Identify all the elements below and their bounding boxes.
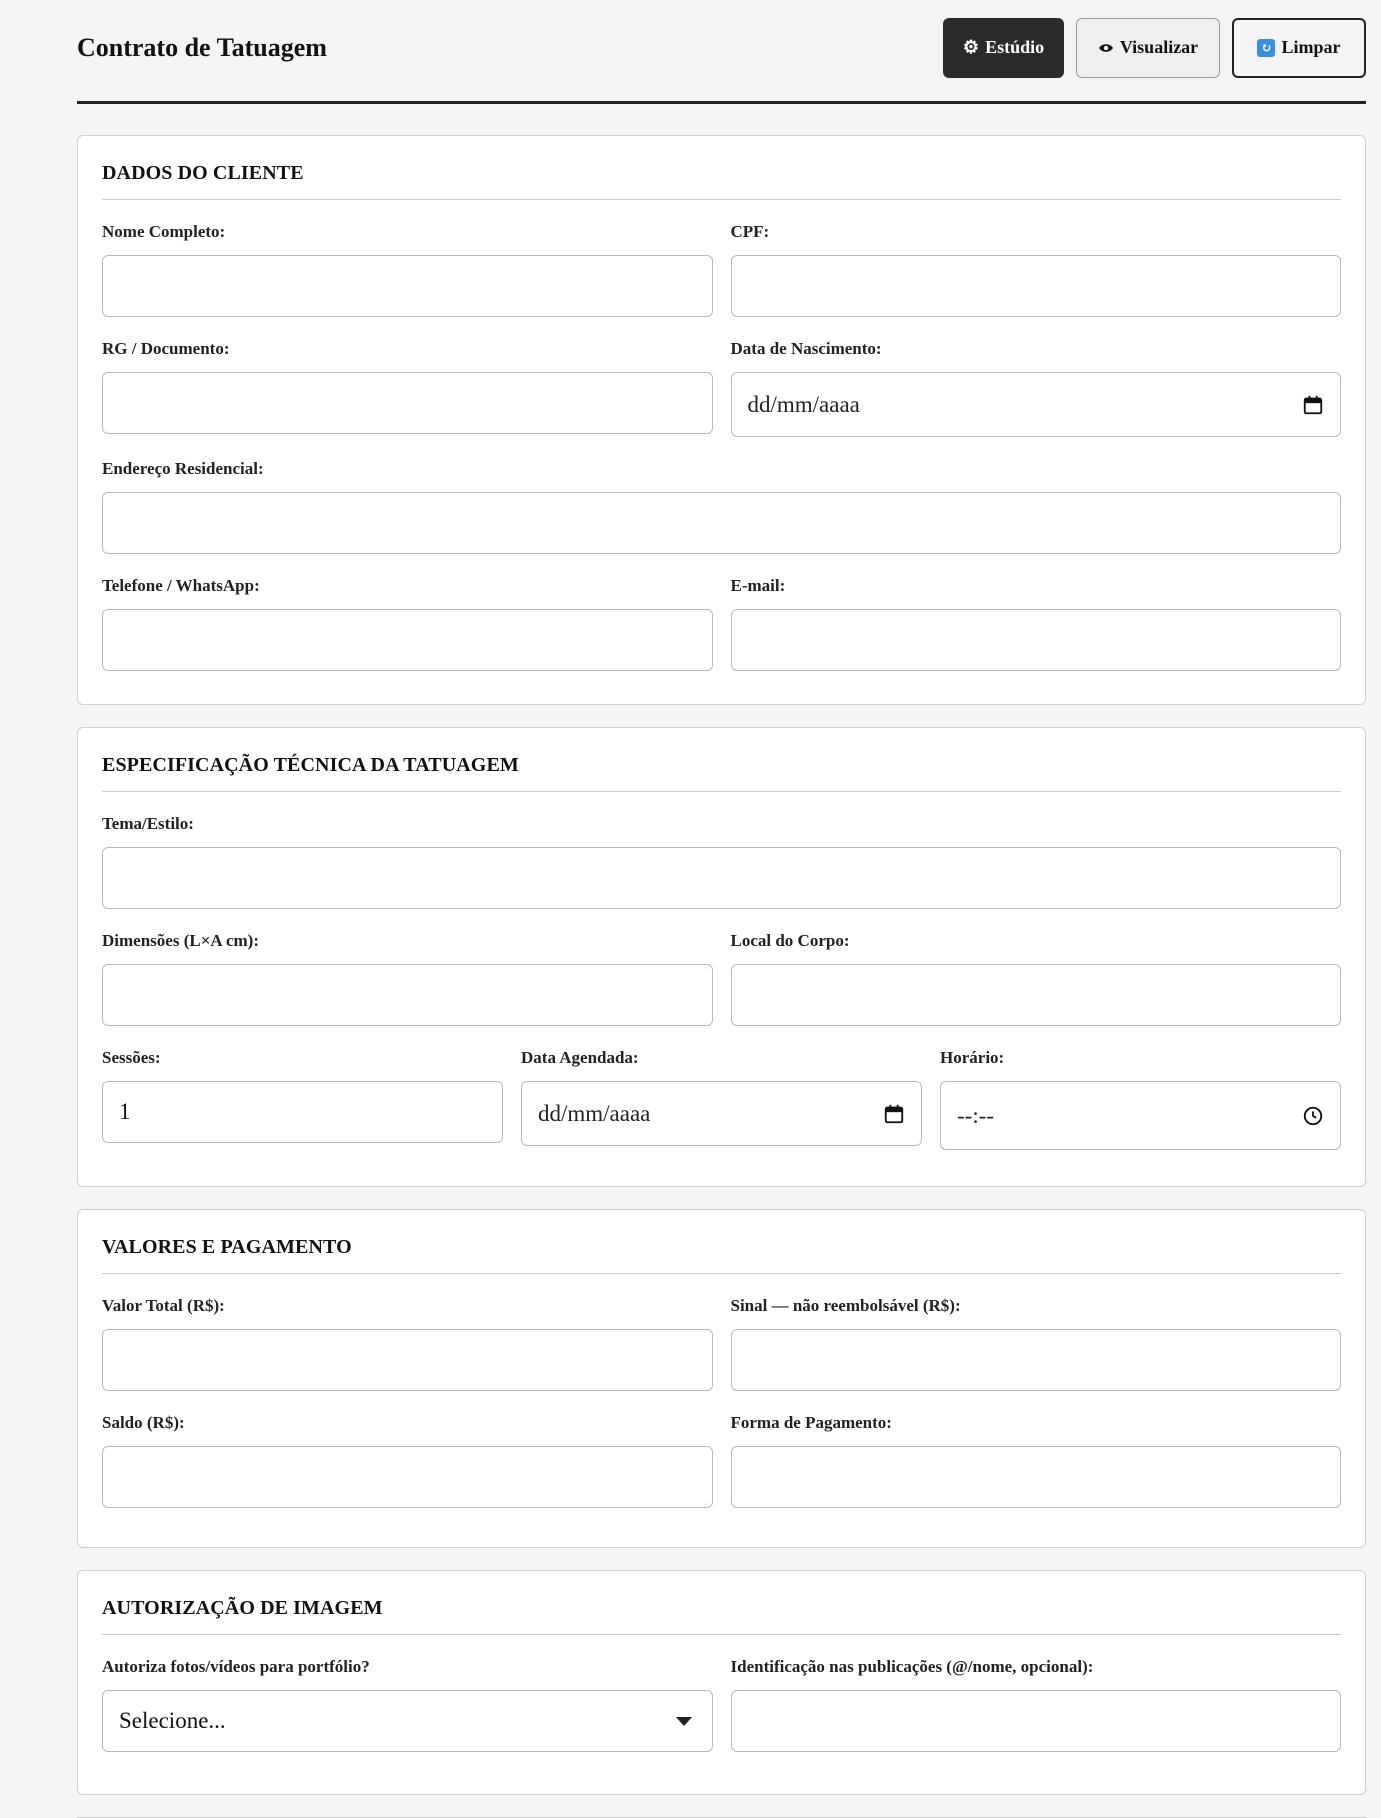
birth-date-placeholder: dd/mm/aaaa [747, 391, 860, 417]
email-label: E-mail: [730, 576, 786, 595]
scheduled-date-label: Data Agendada: [521, 1048, 639, 1067]
section-image-authorization: AUTORIZAÇÃO DE IMAGEM Autoriza fotos/víd… [77, 1570, 1366, 1795]
sessions-label: Sessões: [102, 1048, 161, 1067]
section-title: DADOS DO CLIENTE [102, 162, 1341, 200]
dimensions-input[interactable] [102, 964, 713, 1026]
section-tattoo-spec: ESPECIFICAÇÃO TÉCNICA DA TATUAGEM Tema/E… [77, 727, 1366, 1187]
chevron-down-icon [675, 1716, 692, 1726]
section-title: ESPECIFICAÇÃO TÉCNICA DA TATUAGEM [102, 754, 1341, 792]
studio-button-label: Estúdio [985, 37, 1045, 57]
total-value-label: Valor Total (R$): [102, 1296, 225, 1315]
publication-id-label: Identificação nas publicações (@/nome, o… [730, 1657, 1094, 1676]
payment-method-input[interactable] [730, 1446, 1341, 1508]
balance-label: Saldo (R$): [102, 1413, 185, 1432]
preview-button[interactable]: Visualizar [1076, 17, 1220, 78]
cpf-label: CPF: [730, 222, 770, 241]
page-title: Contrato de Tatuagem [77, 32, 327, 62]
clear-button-label: Limpar [1281, 37, 1341, 57]
section-payment: VALORES E PAGAMENTO Valor Total (R$): Si… [77, 1209, 1366, 1548]
authorize-photos-label: Autoriza fotos/vídeos para portfólio? [102, 1657, 370, 1676]
clear-button[interactable]: ↻ Limpar [1232, 17, 1366, 78]
section-title: AUTORIZAÇÃO DE IMAGEM [102, 1597, 1341, 1635]
contract-page: Contrato de Tatuagem ⚙ Estúdio Visualiza… [77, 0, 1366, 1818]
scheduled-date-placeholder: dd/mm/aaaa [538, 1100, 651, 1126]
phone-label: Telefone / WhatsApp: [102, 576, 260, 595]
body-location-label: Local do Corpo: [730, 931, 850, 950]
time-label: Horário: [940, 1048, 1005, 1067]
authorize-photos-select[interactable]: Selecione... [102, 1690, 713, 1752]
toolbar: ⚙ Estúdio Visualizar ↻ Limpar [943, 17, 1366, 78]
total-value-input[interactable] [102, 1329, 713, 1391]
calendar-icon[interactable] [1302, 394, 1324, 416]
address-input[interactable] [102, 492, 1341, 554]
payment-method-label: Forma de Pagamento: [730, 1413, 892, 1432]
balance-input[interactable] [102, 1446, 713, 1508]
phone-input[interactable] [102, 609, 713, 671]
publication-id-input[interactable] [730, 1690, 1341, 1752]
cpf-input[interactable] [730, 255, 1341, 317]
rg-label: RG / Documento: [102, 339, 230, 358]
time-input[interactable]: --:-- [940, 1081, 1341, 1150]
dimensions-label: Dimensões (L×A cm): [102, 931, 259, 950]
deposit-input[interactable] [730, 1329, 1341, 1391]
authorize-photos-selected: Selecione... [119, 1708, 226, 1733]
section-client-data: DADOS DO CLIENTE Nome Completo: CPF: RG … [77, 135, 1366, 705]
page-header: Contrato de Tatuagem ⚙ Estúdio Visualiza… [77, 0, 1366, 104]
sessions-value: 1 [119, 1099, 131, 1124]
eye-icon [1098, 42, 1114, 54]
studio-button[interactable]: ⚙ Estúdio [943, 17, 1064, 78]
birth-date-label: Data de Nascimento: [730, 339, 882, 358]
deposit-label: Sinal — não reembolsável (R$): [730, 1296, 961, 1315]
section-title: VALORES E PAGAMENTO [102, 1236, 1341, 1274]
address-label: Endereço Residencial: [102, 459, 264, 478]
email-input[interactable] [730, 609, 1341, 671]
full-name-input[interactable] [102, 255, 713, 317]
scheduled-date-input[interactable]: dd/mm/aaaa [521, 1081, 922, 1146]
theme-style-label: Tema/Estilo: [102, 814, 194, 833]
preview-button-label: Visualizar [1119, 37, 1199, 57]
refresh-icon: ↻ [1257, 38, 1276, 57]
birth-date-input[interactable]: dd/mm/aaaa [730, 372, 1341, 437]
clock-icon[interactable] [1302, 1105, 1324, 1127]
theme-style-input[interactable] [102, 847, 1341, 909]
rg-input[interactable] [102, 372, 713, 434]
gear-icon: ⚙ [962, 37, 980, 57]
body-location-input[interactable] [730, 964, 1341, 1026]
time-placeholder: --:-- [957, 1102, 995, 1128]
full-name-label: Nome Completo: [102, 222, 226, 241]
calendar-icon[interactable] [883, 1103, 905, 1125]
sessions-input[interactable]: 1 [102, 1081, 503, 1143]
